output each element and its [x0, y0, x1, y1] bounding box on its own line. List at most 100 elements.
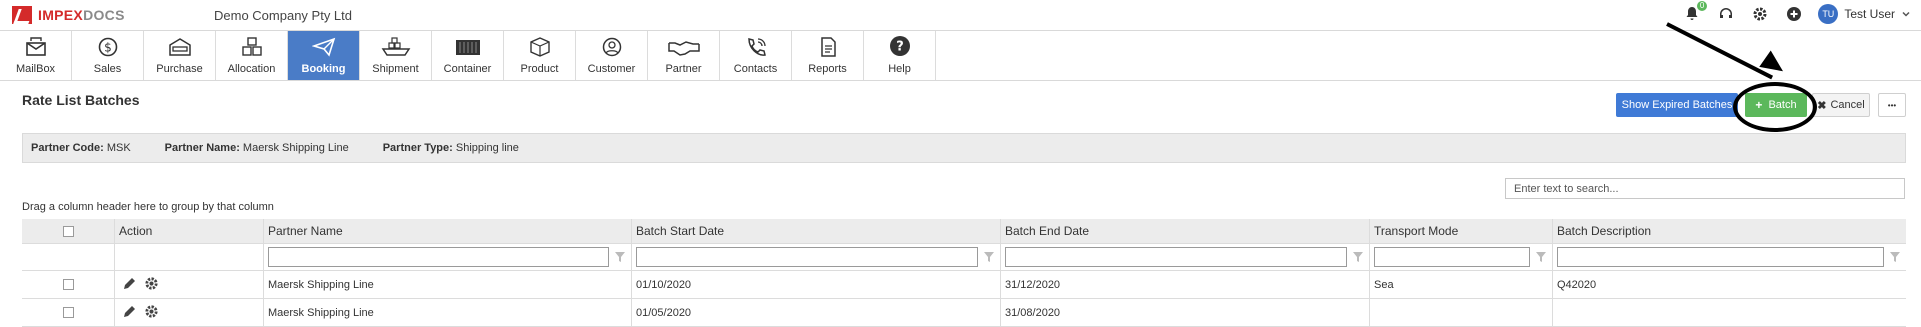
- module-allocation[interactable]: Allocation: [216, 31, 288, 81]
- module-label: Help: [888, 63, 911, 75]
- module-label: Sales: [93, 63, 122, 75]
- module-shipment[interactable]: Shipment: [360, 31, 432, 81]
- app-logo[interactable]: IMPEXDOCS: [12, 6, 125, 24]
- cell-batch-end-date: 31/08/2020: [1001, 299, 1370, 326]
- module-product[interactable]: Product: [504, 31, 576, 81]
- column-header-partner-name[interactable]: Partner Name: [264, 219, 632, 243]
- column-filter-input[interactable]: [1005, 247, 1347, 267]
- cancel-label: Cancel: [1830, 99, 1865, 111]
- filter-cell: [115, 244, 264, 270]
- cell-batch-description: [1553, 299, 1906, 326]
- row-actions: [115, 271, 264, 298]
- logo-text: IMPEXDOCS: [38, 7, 125, 23]
- cell-batch-description: Q42020: [1557, 278, 1597, 291]
- column-header-batch-end-date[interactable]: Batch End Date: [1001, 219, 1370, 243]
- user-name: Test User: [1844, 7, 1895, 21]
- container-icon: [454, 37, 482, 63]
- cell-transport-mode: [1370, 299, 1553, 326]
- handshake-icon: [667, 37, 700, 63]
- notification-badge: 0: [1696, 1, 1708, 11]
- grid-filter-row: [22, 244, 1906, 271]
- partner-info-bar: Partner Code: MSK Partner Name: Maersk S…: [22, 133, 1906, 163]
- module-contacts[interactable]: Contacts: [720, 31, 792, 81]
- svg-text:?: ?: [896, 40, 904, 55]
- row-checkbox[interactable]: [62, 279, 74, 290]
- column-header-batch-description[interactable]: Batch Description: [1553, 219, 1906, 243]
- filter-icon[interactable]: [982, 250, 996, 264]
- avatar: TU: [1818, 4, 1839, 24]
- partner-name: Partner Name: Maersk Shipping Line: [164, 142, 349, 154]
- user-menu[interactable]: TU Test User: [1818, 4, 1911, 24]
- paper-plane-icon: [310, 37, 336, 63]
- logo-mark-icon: [12, 6, 32, 24]
- bell-icon[interactable]: 0: [1682, 1, 1708, 24]
- module-label: Product: [520, 63, 559, 75]
- module-label: Reports: [808, 63, 847, 75]
- module-label: Shipment: [372, 63, 419, 75]
- chevron-down-icon: [1902, 11, 1910, 17]
- module-container[interactable]: Container: [432, 31, 504, 81]
- module-booking[interactable]: Booking: [288, 31, 360, 81]
- module-nav: MailBox $ Sales Purchase Allocation Booking Sh…: [0, 31, 936, 81]
- gear-icon[interactable]: [144, 304, 159, 322]
- more-options-button[interactable]: •••: [1878, 93, 1906, 117]
- pencil-icon[interactable]: [123, 305, 136, 321]
- filter-icon[interactable]: [613, 250, 627, 264]
- row-checkbox[interactable]: [62, 307, 74, 318]
- rate-batches-grid: Action Partner Name Batch Start Date Bat…: [22, 219, 1906, 327]
- gear-icon[interactable]: [144, 276, 159, 294]
- page-title: Rate List Batches: [22, 92, 140, 108]
- module-label: Partner: [665, 63, 702, 75]
- mailbox-icon: [25, 37, 47, 63]
- company-name: Demo Company Pty Ltd: [214, 8, 353, 23]
- headset-icon[interactable]: [1716, 4, 1736, 24]
- boxes-icon: [240, 37, 264, 63]
- filter-icon[interactable]: [1534, 250, 1548, 264]
- search-input[interactable]: [1505, 178, 1905, 199]
- report-icon: [818, 37, 838, 63]
- filter-cell: [1001, 244, 1370, 270]
- module-reports[interactable]: Reports: [792, 31, 864, 81]
- filter-cell: [22, 244, 115, 270]
- cell-transport-mode: Sea: [1370, 271, 1553, 298]
- module-customer[interactable]: Customer: [576, 31, 648, 81]
- filter-icon[interactable]: [1888, 250, 1902, 264]
- module-label: MailBox: [15, 63, 56, 75]
- column-filter-input[interactable]: [268, 247, 609, 267]
- column-header-action[interactable]: Action: [115, 219, 264, 243]
- ship-icon: [381, 37, 411, 63]
- show-expired-batches-button[interactable]: Show Expired Batches: [1616, 93, 1738, 117]
- column-header-batch-start-date[interactable]: Batch Start Date: [632, 219, 1001, 243]
- cell-batch-start-date: 01/05/2020: [632, 299, 1001, 326]
- column-filter-input[interactable]: [636, 247, 978, 267]
- pencil-icon[interactable]: [123, 277, 136, 293]
- table-row[interactable]: Maersk Shipping Line 01/10/2020 31/12/2020…: [22, 271, 1906, 299]
- module-help[interactable]: ? Help: [864, 31, 936, 81]
- row-select-cell: [22, 271, 115, 298]
- cancel-button[interactable]: ✖ Cancel: [1812, 93, 1870, 117]
- filter-cell: [1370, 244, 1553, 270]
- module-label: Booking: [301, 63, 346, 75]
- module-partner[interactable]: Partner: [648, 31, 720, 81]
- dollar-icon: $: [97, 37, 119, 63]
- select-all-checkbox[interactable]: [62, 225, 74, 237]
- module-sales[interactable]: $ Sales: [72, 31, 144, 81]
- filter-icon[interactable]: [1351, 250, 1365, 264]
- module-purchase[interactable]: Purchase: [144, 31, 216, 81]
- grid-header-row: Action Partner Name Batch Start Date Bat…: [22, 219, 1906, 244]
- column-filter-input[interactable]: [1557, 247, 1884, 267]
- close-icon: ✖: [1817, 99, 1827, 112]
- add-circle-icon[interactable]: [1784, 4, 1804, 24]
- column-header-transport-mode[interactable]: Transport Mode: [1370, 219, 1553, 243]
- module-mailbox[interactable]: MailBox: [0, 31, 72, 81]
- select-all-cell: [22, 219, 115, 243]
- partner-code: Partner Code: MSK: [31, 142, 131, 154]
- table-row[interactable]: Maersk Shipping Line 01/05/2020 31/08/2020: [22, 299, 1906, 327]
- svg-text:$: $: [104, 41, 112, 55]
- gear-icon[interactable]: [1750, 4, 1770, 24]
- group-by-hint: Drag a column header here to group by th…: [22, 201, 274, 213]
- row-actions: [115, 299, 264, 326]
- cell-batch-end-date: 31/12/2020: [1001, 271, 1370, 298]
- column-filter-input[interactable]: [1374, 247, 1530, 267]
- module-label: Contacts: [733, 63, 778, 75]
